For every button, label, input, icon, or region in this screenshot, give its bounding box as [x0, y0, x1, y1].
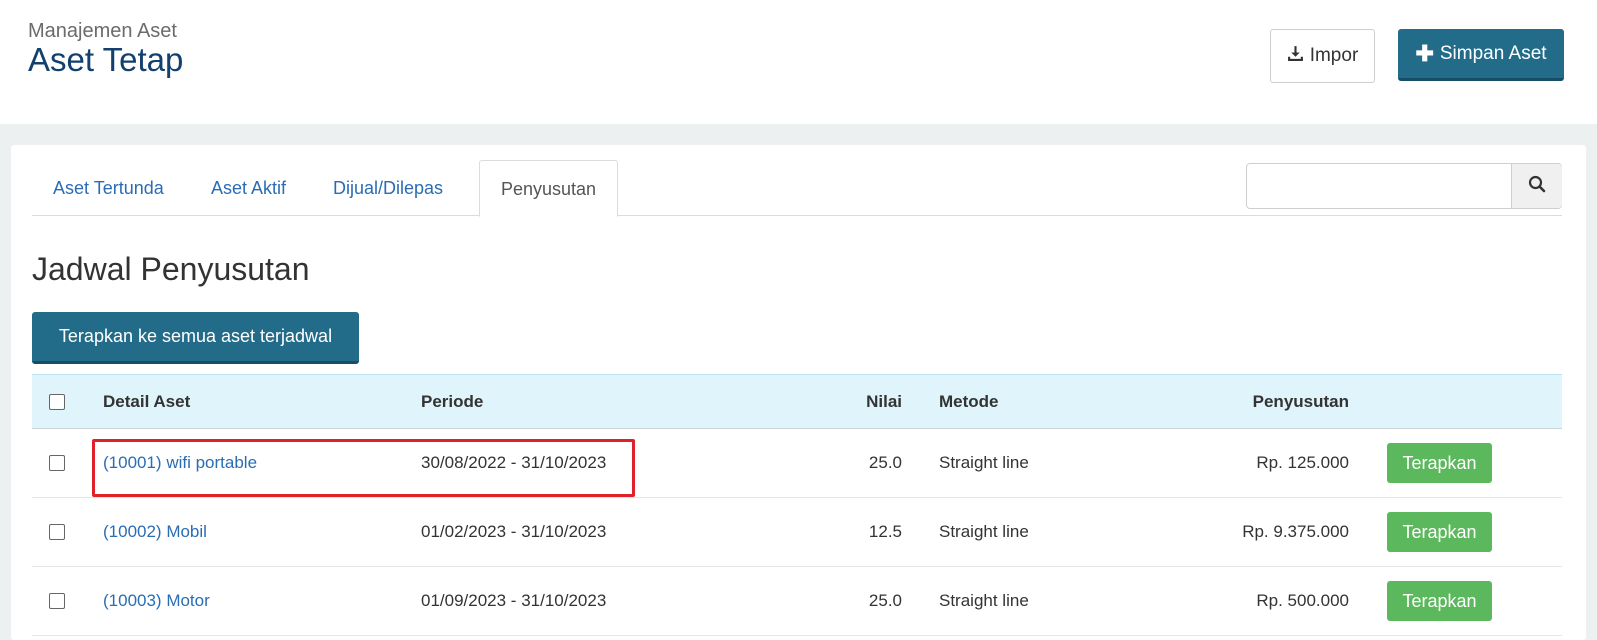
action-cell: Terapkan: [1387, 429, 1492, 497]
header-penyusutan: Penyusutan: [1252, 391, 1349, 411]
metode-cell: Straight line: [939, 453, 1029, 472]
row-checkbox[interactable]: [49, 593, 65, 609]
select-all-checkbox[interactable]: [49, 393, 65, 410]
simpan-aset-label: Simpan Aset: [1439, 42, 1547, 64]
depreciation-table: Detail Aset Periode Nilai Metode Penyusu…: [32, 374, 1562, 636]
page-title: Aset Tetap: [28, 41, 184, 78]
plus-icon: ✚: [1415, 40, 1434, 66]
table-row: (10001) wifi portable 30/08/2022 - 31/10…: [32, 429, 1562, 498]
asset-link[interactable]: (10002) Mobil: [103, 498, 207, 566]
simpan-aset-button[interactable]: ✚ Simpan Aset: [1398, 29, 1564, 81]
header-periode: Periode: [421, 391, 484, 411]
nilai-cell: 12.5: [868, 522, 902, 541]
row-checkbox-cell: [49, 567, 65, 635]
section-title: Jadwal Penyusutan: [32, 251, 310, 287]
search-button[interactable]: [1511, 164, 1562, 208]
metode-cell: Straight line: [939, 591, 1029, 610]
row-checkbox-cell: [49, 498, 65, 566]
nilai-cell: 25.0: [868, 591, 902, 610]
search-input[interactable]: [1247, 164, 1511, 208]
download-icon: [1287, 45, 1304, 68]
penyusutan-cell: Rp. 500.000: [1256, 591, 1349, 610]
row-checkbox[interactable]: [49, 455, 65, 471]
row-checkbox-cell: [49, 429, 65, 497]
table-row: (10003) Motor 01/09/2023 - 31/10/2023 25…: [32, 567, 1562, 636]
table-row: (10002) Mobil 01/02/2023 - 31/10/2023 12…: [32, 498, 1562, 567]
asset-link[interactable]: (10003) Motor: [103, 567, 210, 635]
terapkan-button[interactable]: Terapkan: [1387, 581, 1492, 621]
impor-button[interactable]: Impor: [1270, 29, 1375, 83]
breadcrumb[interactable]: Manajemen Aset: [28, 20, 177, 43]
impor-label: Impor: [1309, 45, 1359, 66]
table-header: Detail Aset Periode Nilai Metode Penyusu…: [32, 374, 1562, 429]
periode-cell: 01/09/2023 - 31/10/2023: [421, 591, 607, 610]
tab-aset-tertunda[interactable]: Aset Tertunda: [32, 160, 185, 216]
tab-aset-aktif[interactable]: Aset Aktif: [190, 160, 307, 216]
periode-cell: 01/02/2023 - 31/10/2023: [421, 522, 607, 541]
header-nilai: Nilai: [866, 391, 902, 411]
row-checkbox[interactable]: [49, 524, 65, 540]
terapkan-button[interactable]: Terapkan: [1387, 443, 1492, 483]
action-cell: Terapkan: [1387, 498, 1492, 566]
apply-all-button[interactable]: Terapkan ke semua aset terjadwal: [32, 312, 359, 364]
penyusutan-cell: Rp. 125.000: [1256, 453, 1349, 472]
tab-penyusutan[interactable]: Penyusutan: [479, 160, 619, 217]
search-box: [1246, 163, 1562, 209]
page-header: Manajemen Aset Aset Tetap Impor ✚ Simpan…: [0, 0, 1597, 124]
periode-cell: 30/08/2022 - 31/10/2023: [421, 453, 607, 472]
header-metode: Metode: [939, 391, 999, 411]
metode-cell: Straight line: [939, 522, 1029, 541]
asset-link[interactable]: (10001) wifi portable: [103, 429, 257, 497]
search-icon: [1528, 175, 1546, 198]
nilai-cell: 25.0: [868, 453, 902, 472]
tab-dijual-dilepas[interactable]: Dijual/Dilepas: [312, 160, 464, 216]
header-detail-aset: Detail Aset: [103, 391, 191, 411]
action-cell: Terapkan: [1387, 567, 1492, 635]
penyusutan-cell: Rp. 9.375.000: [1242, 522, 1349, 541]
select-all-cell: [49, 375, 65, 428]
terapkan-button[interactable]: Terapkan: [1387, 512, 1492, 552]
